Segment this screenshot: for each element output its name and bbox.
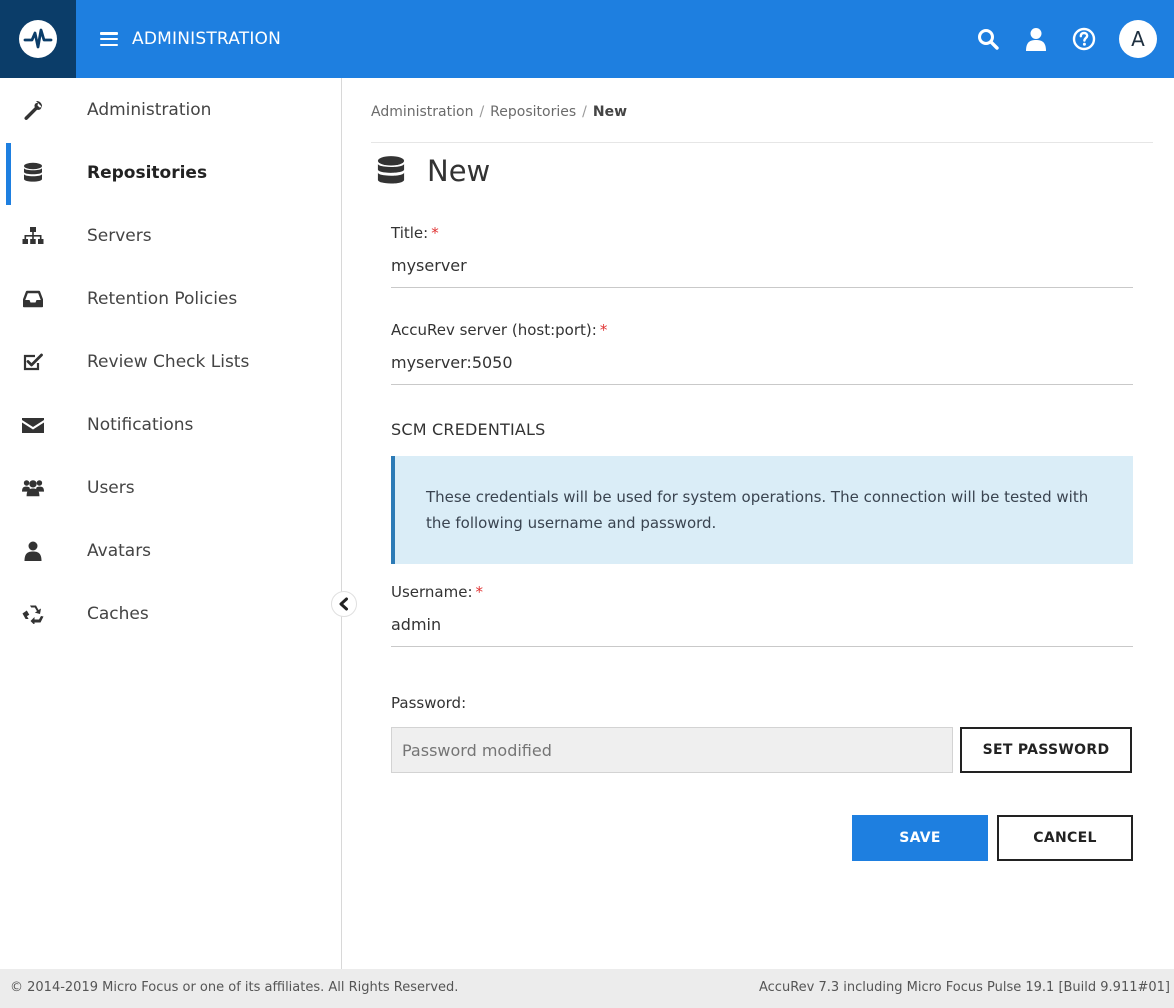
top-bar: ADMINISTRATION A xyxy=(0,0,1174,78)
breadcrumb: Administration / Repositories / New xyxy=(371,104,627,120)
sidebar-item-servers[interactable]: Servers xyxy=(0,204,341,267)
sidebar-item-review-check-lists[interactable]: Review Check Lists xyxy=(0,330,341,393)
main-content: Administration / Repositories / New New Titl… xyxy=(343,78,1174,969)
user-profile-button[interactable] xyxy=(1023,26,1049,52)
title-field: Title: * myserver xyxy=(391,224,1133,288)
username-label-text: Username: xyxy=(391,583,473,601)
envelope-icon xyxy=(22,414,44,436)
sitemap-icon xyxy=(22,225,44,247)
credentials-info-alert: These credentials will be used for syste… xyxy=(391,456,1133,564)
user-icon xyxy=(22,540,44,562)
sidebar-item-users[interactable]: Users xyxy=(0,456,341,519)
breadcrumb-separator: / xyxy=(479,104,485,120)
set-password-button[interactable]: SET PASSWORD xyxy=(960,727,1132,773)
footer: © 2014-2019 Micro Focus or one of its af… xyxy=(0,969,1174,1008)
breadcrumb-divider xyxy=(371,142,1153,143)
app-logo[interactable] xyxy=(0,0,76,78)
sidebar-item-label: Servers xyxy=(87,225,152,246)
help-icon xyxy=(1072,27,1096,51)
page-title-text: New xyxy=(427,154,491,188)
required-marker: * xyxy=(599,321,608,339)
search-button[interactable] xyxy=(975,26,1001,52)
title-label-text: Title: xyxy=(391,224,429,242)
server-field: AccuRev server (host:port): * myserver:50… xyxy=(391,321,1133,385)
required-marker: * xyxy=(475,583,484,601)
password-field-label: Password: xyxy=(391,694,467,712)
breadcrumb-item-administration[interactable]: Administration xyxy=(371,104,473,120)
page-title: New xyxy=(375,154,490,188)
inbox-icon xyxy=(22,288,44,310)
username-input[interactable]: admin xyxy=(391,615,1133,647)
sidebar-item-repositories[interactable]: Repositories xyxy=(0,141,341,205)
sidebar-item-label: Users xyxy=(87,477,135,498)
server-label-text: AccuRev server (host:port): xyxy=(391,321,597,339)
top-actions: A xyxy=(953,0,1174,78)
menu-toggle-label: ADMINISTRATION xyxy=(132,29,282,49)
server-input[interactable]: myserver:5050 xyxy=(391,353,1133,385)
users-icon xyxy=(22,477,44,499)
breadcrumb-item-repositories[interactable]: Repositories xyxy=(490,104,576,120)
scm-credentials-heading: SCM CREDENTIALS xyxy=(391,420,546,439)
breadcrumb-separator: / xyxy=(582,104,587,120)
sidebar-item-avatars[interactable]: Avatars xyxy=(0,519,341,582)
sidebar-item-label: Caches xyxy=(87,603,149,624)
hamburger-icon xyxy=(100,32,118,46)
sidebar-item-retention-policies[interactable]: Retention Policies xyxy=(0,267,341,330)
username-field-label: Username: * xyxy=(391,583,1133,601)
server-field-label: AccuRev server (host:port): * xyxy=(391,321,1133,339)
password-input[interactable] xyxy=(391,727,953,773)
sidebar-item-label: Repositories xyxy=(87,162,208,183)
username-field: Username: * admin xyxy=(391,583,1133,647)
search-icon xyxy=(978,29,999,50)
sidebar-item-label: Administration xyxy=(87,99,212,120)
database-icon xyxy=(377,156,405,184)
help-button[interactable] xyxy=(1071,26,1097,52)
sidebar-item-caches[interactable]: Caches xyxy=(0,582,341,645)
required-marker: * xyxy=(431,224,439,242)
copyright-text: © 2014-2019 Micro Focus or one of its af… xyxy=(10,980,459,995)
title-field-label: Title: * xyxy=(391,224,1133,242)
sidebar-item-label: Avatars xyxy=(87,540,152,561)
cancel-button[interactable]: CANCEL xyxy=(997,815,1133,861)
user-icon xyxy=(1026,28,1046,51)
sidebar-item-label: Review Check Lists xyxy=(87,351,250,372)
sidebar-item-label: Retention Policies xyxy=(87,288,238,309)
title-input[interactable]: myserver xyxy=(391,256,1133,288)
save-button[interactable]: SAVE xyxy=(852,815,988,861)
version-text: AccuRev 7.3 including Micro Focus Pulse … xyxy=(759,980,1170,995)
pulse-logo-icon xyxy=(19,20,57,58)
sidebar: Administration Repositories Servers Rete… xyxy=(0,78,357,969)
sidebar-item-notifications[interactable]: Notifications xyxy=(0,393,341,456)
avatar[interactable]: A xyxy=(1119,20,1157,58)
sidebar-item-administration[interactable]: Administration xyxy=(0,78,341,141)
recycle-icon xyxy=(22,603,44,625)
breadcrumb-current: New xyxy=(592,104,628,120)
menu-toggle-button[interactable]: ADMINISTRATION xyxy=(100,29,281,49)
checkbox-icon xyxy=(22,351,44,373)
sidebar-item-label: Notifications xyxy=(87,414,194,435)
database-icon xyxy=(22,162,44,184)
wrench-icon xyxy=(22,99,44,121)
